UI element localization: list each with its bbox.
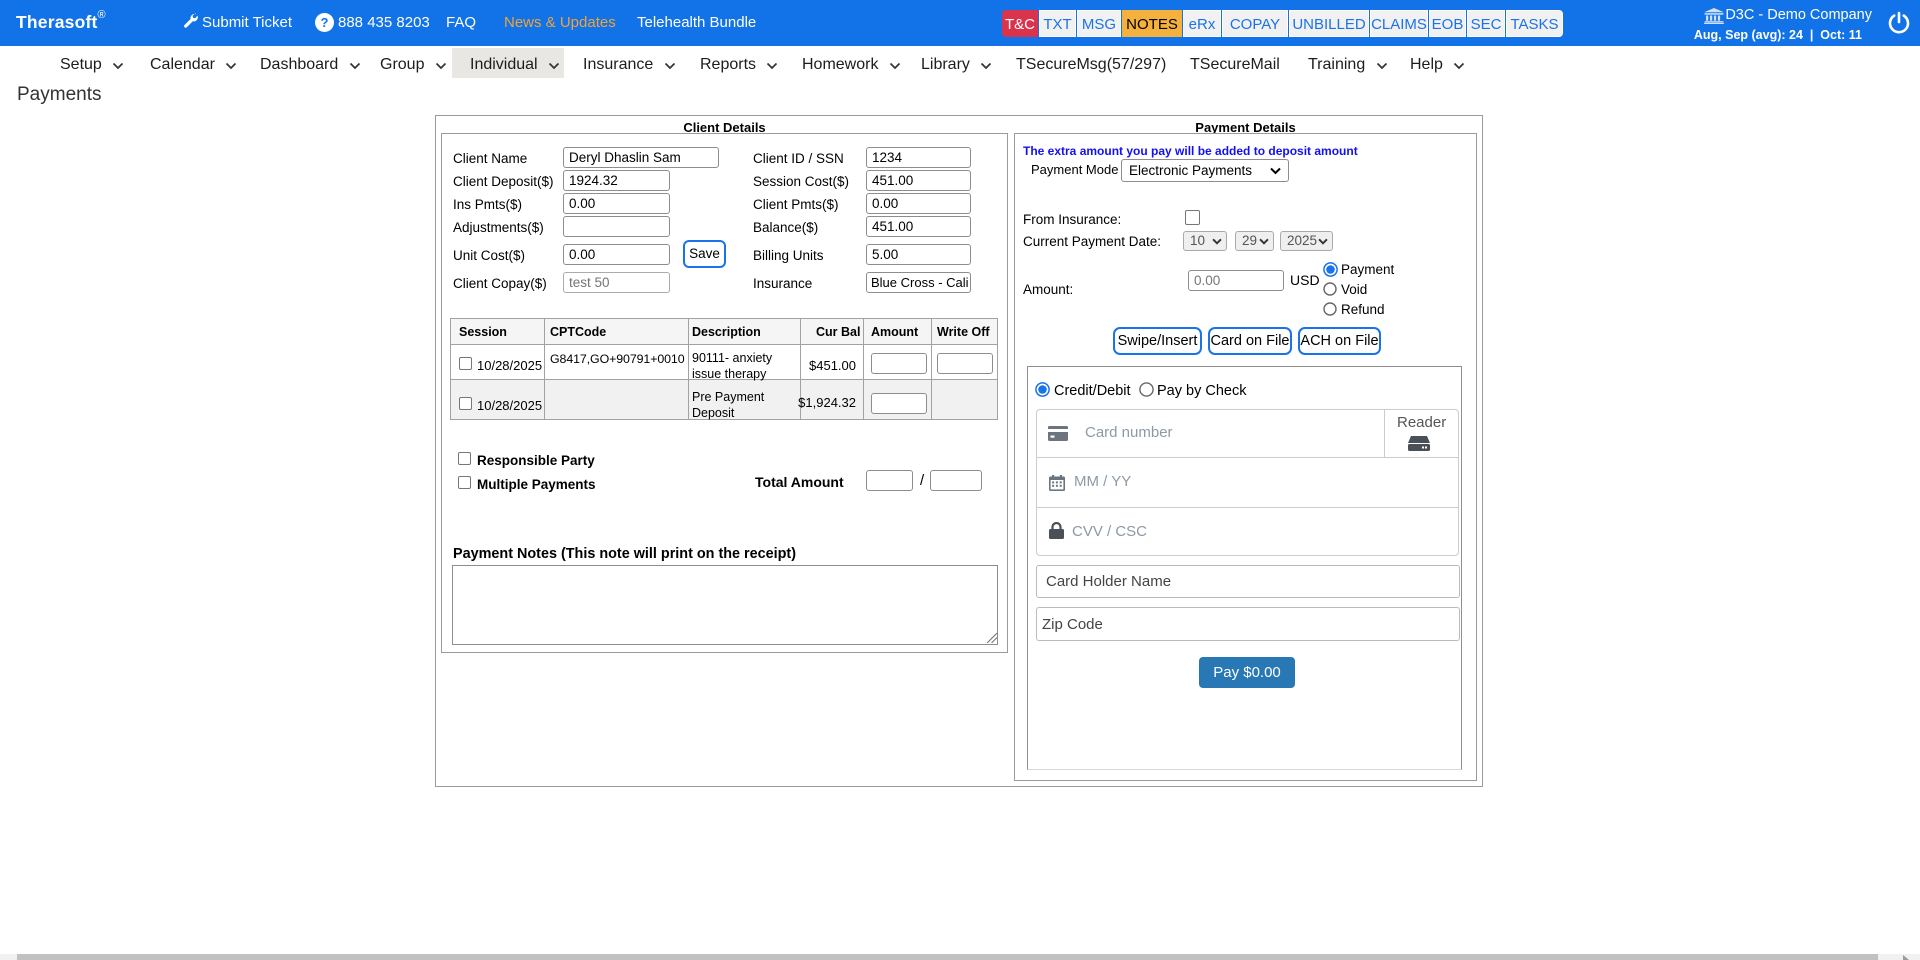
svg-text:?: ? xyxy=(321,15,329,30)
